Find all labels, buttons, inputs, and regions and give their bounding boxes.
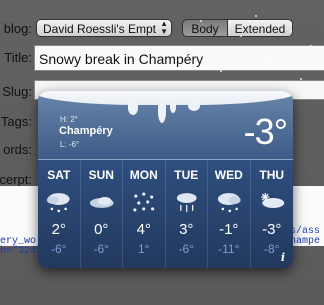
keywords-label: ords: — [3, 142, 32, 157]
tab-body[interactable]: Body — [182, 19, 228, 37]
forecast-day: WED -1° -11° — [208, 160, 251, 268]
forecast-high: 2° — [51, 221, 66, 238]
forecast-day-name: THU — [259, 168, 285, 182]
snow-cloud-icon — [217, 193, 241, 213]
low-temp: L: -6° — [60, 140, 80, 149]
blog-label: blog: — [3, 21, 32, 36]
blog-select[interactable]: David Roessli's Empt ▲ ▼ — [36, 19, 172, 37]
weather-widget: H: 2° Champéry L: -6° -3° SAT 2° -6° SUN — [38, 91, 293, 268]
blog-select-value: David Roessli's Empt — [43, 22, 156, 36]
forecast-low: -6° — [93, 242, 109, 256]
forecast-high: 3° — [179, 221, 194, 238]
current-temperature: -3° — [243, 111, 288, 152]
forecast-low: -11° — [218, 242, 240, 256]
info-icon[interactable]: i — [278, 252, 288, 264]
tags-label: Tags: — [0, 114, 32, 129]
flurries-icon — [133, 192, 155, 212]
forecast-day: SAT 2° -6° — [38, 160, 81, 268]
forecast-day: TUE 3° -6° — [166, 160, 208, 268]
forecast-high: 4° — [136, 221, 151, 238]
select-arrows-icon: ▲ ▼ — [160, 19, 168, 36]
title-input[interactable]: Snowy break in Champéry — [34, 45, 324, 71]
high-temp: H: 2° — [60, 115, 78, 124]
forecast-high: 0° — [94, 221, 109, 238]
current-conditions-panel: H: 2° Champéry L: -6° -3° — [38, 91, 293, 159]
forecast-day-name: SAT — [47, 168, 71, 182]
forecast-day-name: WED — [214, 168, 243, 182]
snowflake-cloud-icon — [260, 193, 284, 208]
tab-extended[interactable]: Extended — [227, 19, 293, 37]
snow-cloud-icon — [176, 193, 197, 212]
forecast-day: MON 4° 1° — [123, 160, 166, 268]
forecast-day-name: TUE — [174, 168, 199, 182]
excerpt-label: cerpt: — [0, 172, 32, 187]
forecast-high: -3° — [262, 221, 282, 238]
forecast-low: -6° — [178, 242, 194, 256]
cloud-icon — [89, 197, 114, 208]
forecast-low: -6° — [51, 242, 67, 256]
snow-cloud-icon — [46, 193, 70, 213]
slug-label: Slug: — [2, 84, 32, 99]
title-label: Title: — [4, 50, 32, 65]
forecast-day-name: MON — [129, 168, 158, 182]
forecast-day: SUN 0° -6° — [81, 160, 123, 268]
forecast-day-name: SUN — [88, 168, 114, 182]
forecast-high: -1° — [219, 221, 239, 238]
forecast-low: 1° — [138, 242, 150, 256]
city-name: Champéry — [59, 125, 113, 137]
body-code-line: h="324" — [0, 246, 43, 257]
forecast-strip: SAT 2° -6° SUN 0° -6° MON 4° 1° TUE 3° -… — [38, 159, 293, 268]
